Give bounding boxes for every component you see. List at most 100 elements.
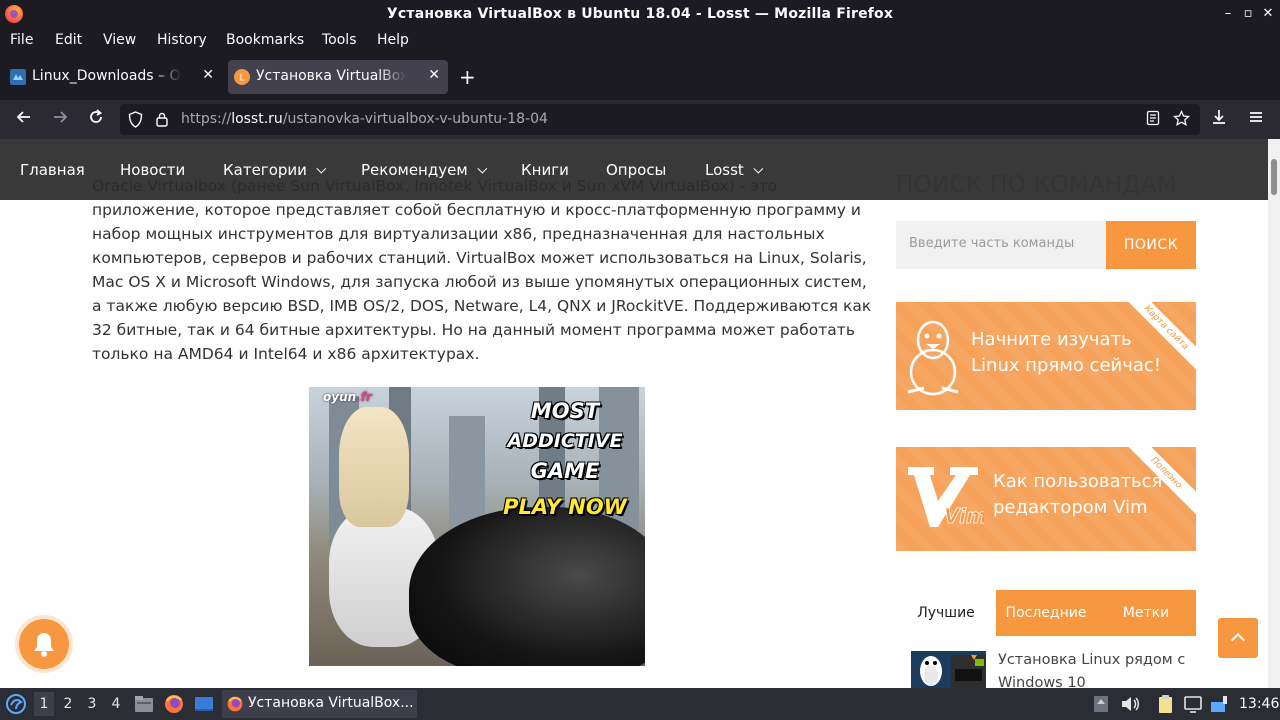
- url-bar[interactable]: https://losst.ru/ustanovka-virtualbox-v-…: [120, 104, 1200, 135]
- notification-bell-button[interactable]: [19, 619, 69, 669]
- tux-penguin-icon: [907, 320, 959, 396]
- reload-button[interactable]: [84, 108, 108, 132]
- ad-brand-tld: .fr: [356, 390, 372, 404]
- menu-history[interactable]: History: [157, 32, 207, 48]
- virtualbox-icon: [10, 69, 26, 85]
- workspace-4[interactable]: 4: [106, 696, 126, 712]
- window-titlebar: Установка VirtualBox в Ubuntu 18.04 - Lo…: [0, 0, 1280, 29]
- close-window-button[interactable]: ✕: [1259, 5, 1277, 23]
- banner-text-line-2: Linux прямо сейчас!: [971, 355, 1162, 376]
- file-manager-icon[interactable]: [133, 693, 155, 715]
- site-nav-books[interactable]: Книги: [521, 161, 569, 179]
- downloads-button[interactable]: [1207, 108, 1231, 132]
- vim-editor-banner[interactable]: Vim Как пользоваться редактором Vim Поле…: [896, 447, 1196, 551]
- bookmark-star-button[interactable]: [1172, 109, 1190, 128]
- new-tab-button[interactable]: +: [459, 67, 476, 87]
- site-nav-news[interactable]: Новости: [120, 161, 185, 179]
- site-nav-recommended[interactable]: Рекомендуем: [361, 161, 487, 179]
- navigation-toolbar: https://losst.ru/ustanovka-virtualbox-v-…: [0, 100, 1280, 139]
- menu-view[interactable]: View: [103, 32, 136, 48]
- url-path: /ustanovka-virtualbox-v-ubuntu-18-04: [282, 111, 548, 127]
- reader-view-button[interactable]: [1144, 110, 1162, 128]
- ad-headline-line-2: ADDICTIVE: [507, 430, 623, 452]
- command-search-button[interactable]: ПОИСК: [1106, 221, 1196, 269]
- site-nav-losst[interactable]: Losst: [705, 161, 764, 179]
- vim-logo-icon: Vim: [908, 467, 984, 528]
- menu-file[interactable]: File: [10, 32, 33, 48]
- scroll-to-top-button[interactable]: [1218, 618, 1258, 658]
- menu-tools[interactable]: Tools: [322, 32, 357, 48]
- banner-text-line-2: редактором Vim: [993, 497, 1148, 518]
- taskbar-clock[interactable]: 13:46: [1239, 696, 1279, 712]
- arrow-right-icon: [54, 111, 68, 123]
- tab-losst-virtualbox[interactable]: L Установка VirtualBox в Ubuntu 18.04 - …: [228, 60, 448, 94]
- ad-cta[interactable]: PLAY NOW: [495, 495, 635, 519]
- article-paragraph: Oracle Virtualbox (ранее Sun VirtualBox,…: [92, 177, 872, 363]
- learn-linux-banner[interactable]: Начните изучать Linux прямо сейчас! Карт…: [896, 302, 1196, 410]
- sidebar-post-tabs: Лучшие Последние Метки: [896, 590, 1196, 636]
- post-thumbnail-image: [911, 651, 986, 688]
- app-menu-button[interactable]: [1244, 108, 1268, 132]
- tab-close-icon[interactable]: ✕: [428, 67, 440, 83]
- page-scrollbar[interactable]: [1268, 139, 1280, 688]
- tab-linux-downloads[interactable]: Linux_Downloads – Oracle VM VirtualBox ✕: [4, 60, 222, 94]
- banner-text-line-1: Как пользоваться: [993, 471, 1163, 492]
- display-icon[interactable]: [1182, 693, 1204, 715]
- desktop-icon[interactable]: [193, 693, 215, 715]
- sidebar-search-title: ПОИСК ПО КОМАНДАМ: [896, 172, 1177, 198]
- maximize-button[interactable]: ▫: [1239, 5, 1257, 23]
- site-nav-label: Losst: [705, 161, 744, 179]
- ad-figure-body: [409, 507, 645, 666]
- tracking-shield-icon[interactable]: [128, 111, 143, 128]
- post-link[interactable]: Установка Linux рядом с Windows 10: [998, 649, 1188, 688]
- back-button[interactable]: [12, 108, 36, 132]
- taskbar-task-firefox[interactable]: Установка VirtualBox...: [222, 690, 417, 718]
- tray-upload-icon[interactable]: [1090, 693, 1112, 715]
- command-search-input[interactable]: Введите часть команды: [896, 221, 1106, 269]
- firefox-launcher-icon[interactable]: [163, 693, 185, 715]
- network-icon[interactable]: [1208, 693, 1230, 715]
- menu-help[interactable]: Help: [377, 32, 409, 48]
- site-nav-categories[interactable]: Категории: [223, 161, 327, 179]
- site-nav-home[interactable]: Главная: [20, 161, 85, 179]
- start-menu-icon[interactable]: [5, 693, 27, 715]
- chevron-down-icon: [477, 163, 487, 174]
- chevron-down-icon: [316, 163, 327, 174]
- tab-best[interactable]: Лучшие: [896, 590, 996, 636]
- workspace-1[interactable]: 1: [34, 692, 54, 716]
- workspace-2[interactable]: 2: [58, 696, 78, 712]
- volume-icon[interactable]: [1119, 693, 1141, 715]
- forward-button[interactable]: [48, 108, 72, 132]
- url-text[interactable]: https://losst.ru/ustanovka-virtualbox-v-…: [181, 111, 548, 127]
- menu-edit[interactable]: Edit: [55, 32, 82, 48]
- firefox-icon: [227, 696, 243, 712]
- star-icon: [1172, 109, 1190, 126]
- site-nav-polls[interactable]: Опросы: [606, 161, 666, 179]
- tab-label: Установка VirtualBox в Ubuntu 18.04 - Lo…: [256, 68, 406, 84]
- bell-icon: [34, 633, 54, 657]
- scrollbar-thumb[interactable]: [1271, 159, 1277, 195]
- ad-brand-logo: oyun.fr: [323, 390, 372, 404]
- chevron-up-icon: [1230, 632, 1246, 648]
- menubar: File Edit View History Bookmarks Tools H…: [0, 29, 1280, 54]
- window-title: Установка VirtualBox в Ubuntu 18.04 - Lo…: [386, 6, 894, 22]
- site-nav-label: Рекомендуем: [361, 161, 468, 179]
- minimize-button[interactable]: –: [1219, 5, 1237, 23]
- advertisement-image[interactable]: oyun.fr MOST ADDICTIVE GAME PLAY NOW: [309, 387, 645, 666]
- tab-latest[interactable]: Последние: [996, 590, 1096, 636]
- tab-label: Linux_Downloads – Oracle VM VirtualBox: [32, 68, 182, 84]
- url-host: losst.ru: [231, 111, 283, 127]
- workspace-3[interactable]: 3: [82, 696, 102, 712]
- tab-tags[interactable]: Метки: [1096, 590, 1196, 636]
- ad-headline-line-1: MOST: [530, 399, 600, 423]
- post-thumbnail[interactable]: [911, 651, 986, 688]
- search-placeholder: Введите часть команды: [909, 236, 1075, 251]
- hamburger-menu-icon: [1250, 112, 1262, 122]
- clipboard-icon[interactable]: [1154, 693, 1176, 715]
- ad-brand-name: oyun: [323, 390, 357, 404]
- menu-bookmarks[interactable]: Bookmarks: [226, 32, 304, 48]
- site-nav-label: Категории: [223, 161, 307, 179]
- tab-close-icon[interactable]: ✕: [202, 67, 214, 83]
- lock-icon[interactable]: [155, 111, 169, 128]
- task-label: Установка VirtualBox...: [248, 695, 414, 711]
